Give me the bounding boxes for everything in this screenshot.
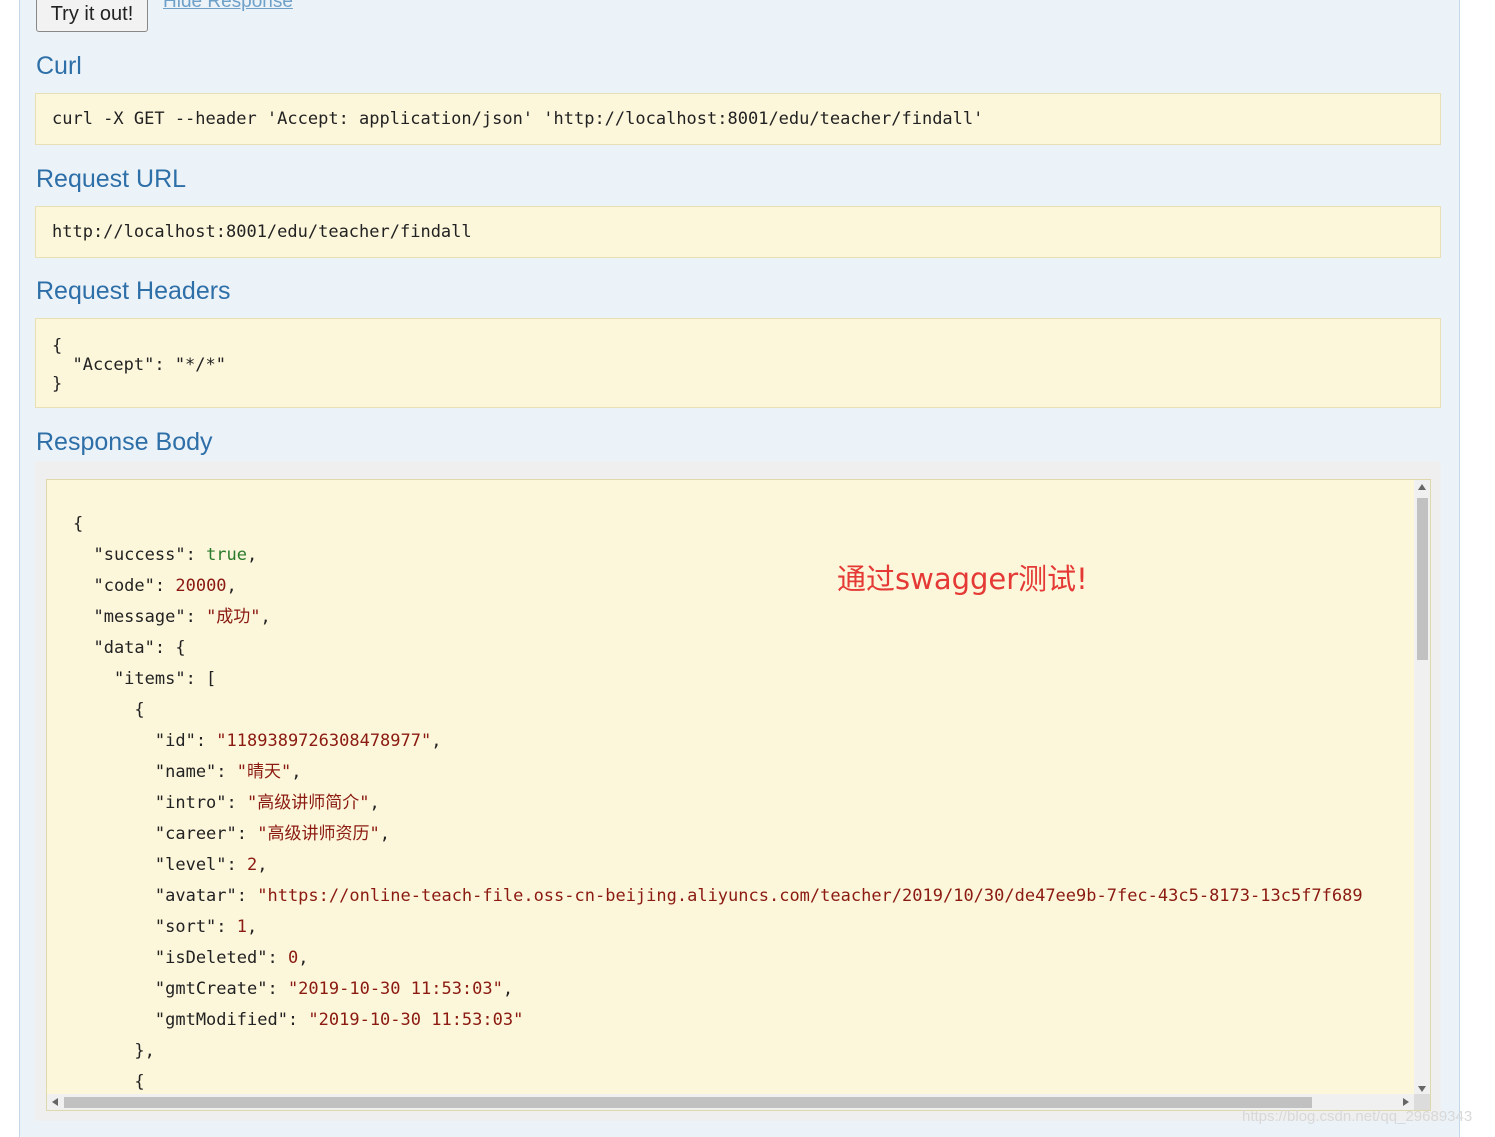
- success-value: true: [206, 545, 248, 565]
- message-value: "成功": [206, 607, 261, 627]
- scroll-right-icon[interactable]: [1403, 1098, 1409, 1106]
- level-value: 2: [247, 855, 258, 875]
- response-body-container: { "success": true, "code": 20000, "messa…: [35, 461, 1441, 1121]
- career-value: "高级讲师资历": [257, 824, 380, 844]
- intro-value: "高级讲师简介": [247, 793, 370, 813]
- request-headers-heading: Request Headers: [36, 277, 231, 305]
- request-url-heading: Request URL: [36, 165, 187, 193]
- curl-box: curl -X GET --header 'Accept: applicatio…: [35, 93, 1441, 145]
- scroll-up-icon[interactable]: [1418, 484, 1426, 490]
- request-headers-box: { "Accept": "*/*" }: [35, 318, 1441, 408]
- scroll-left-icon[interactable]: [52, 1098, 58, 1106]
- code-value: 20000: [175, 576, 227, 596]
- curl-command: curl -X GET --header 'Accept: applicatio…: [52, 109, 984, 129]
- horizontal-scroll-thumb[interactable]: [64, 1097, 1312, 1108]
- avatar-value: "https://online-teach-file.oss-cn-beijin…: [257, 886, 1363, 906]
- response-json: { "success": true, "code": 20000, "messa…: [73, 514, 1363, 1092]
- response-body-box[interactable]: { "success": true, "code": 20000, "messa…: [46, 479, 1431, 1111]
- headers-line-2: "Accept": "*/*": [52, 355, 226, 375]
- sort-value: 1: [236, 917, 248, 937]
- horizontal-scrollbar[interactable]: [47, 1094, 1414, 1110]
- response-body-heading: Response Body: [36, 428, 213, 456]
- hide-response-link[interactable]: Hide Response: [163, 0, 293, 13]
- operation-panel: Try it out! Hide Response Curl curl -X G…: [19, 0, 1460, 1137]
- vertical-scrollbar[interactable]: [1414, 480, 1430, 1096]
- headers-line-3: }: [52, 374, 63, 394]
- vertical-scroll-thumb[interactable]: [1417, 498, 1428, 660]
- try-it-out-button[interactable]: Try it out!: [36, 0, 148, 32]
- watermark: https://blog.csdn.net/qq_29689343: [1242, 1108, 1473, 1125]
- name-value: "晴天": [236, 762, 292, 782]
- gmtmodified-value: "2019-10-30 11:53:03": [308, 1010, 524, 1030]
- headers-line-1: {: [52, 336, 63, 356]
- curl-heading: Curl: [36, 52, 82, 80]
- gmtcreate-value: "2019-10-30 11:53:03": [287, 979, 503, 999]
- scroll-down-icon[interactable]: [1418, 1086, 1426, 1092]
- annotation-text: 通过swagger测试!: [837, 562, 1088, 596]
- id-value: "1189389726308478977": [216, 731, 432, 751]
- request-url-box: http://localhost:8001/edu/teacher/findal…: [35, 206, 1441, 258]
- request-url-text: http://localhost:8001/edu/teacher/findal…: [52, 222, 472, 242]
- isdeleted-value: 0: [287, 948, 299, 968]
